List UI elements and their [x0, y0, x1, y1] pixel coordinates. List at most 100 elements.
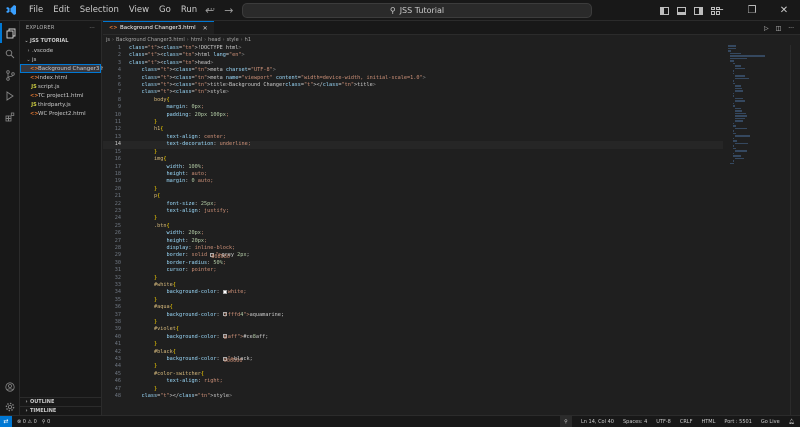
code-line[interactable]: 39 #violet{ — [103, 326, 723, 333]
code-line[interactable]: 31 cursor: pointer; — [103, 267, 723, 274]
indentation[interactable]: Spaces: 4 — [623, 419, 647, 425]
tree-file[interactable]: <> WC Project2.html — [20, 109, 101, 118]
code-line[interactable]: 12 h1{ — [103, 126, 723, 133]
notifications-bell-icon[interactable]: 🔔︎ — [789, 419, 795, 425]
code-line[interactable]: 8 body{ — [103, 97, 723, 104]
toggle-primary-sidebar-icon[interactable] — [660, 6, 669, 15]
more-actions-icon[interactable]: ··· — [788, 25, 794, 32]
code-line[interactable]: 40 background-color: 8aff">#ce8aff; — [103, 334, 723, 342]
code-line[interactable]: 29 border: solid 808080">grey 2px; — [103, 252, 723, 260]
code-line[interactable]: 48 class="t"></class="tn">style> — [103, 393, 723, 400]
code-line[interactable]: 5 class="t"><class="tn">meta name="viewp… — [103, 75, 723, 82]
code-line[interactable]: 36 #aqua{ — [103, 304, 723, 311]
toggle-secondary-sidebar-icon[interactable] — [694, 6, 703, 15]
zoom-search-icon[interactable]: ⚲ — [559, 415, 572, 427]
menu-edit[interactable]: Edit — [48, 0, 74, 21]
editor-tab-active[interactable]: <> Background Changer3.html ✕ — [103, 21, 214, 34]
forward-arrow-icon[interactable]: → — [224, 4, 233, 17]
menu-view[interactable]: View — [124, 0, 154, 21]
code-line[interactable]: 3 class="t"><class="tn">head> — [103, 60, 723, 67]
extensions-icon[interactable] — [0, 107, 20, 127]
code-line[interactable]: 14 text-decoration: underline; — [103, 141, 723, 149]
menu-go[interactable]: Go — [154, 0, 176, 21]
code-line[interactable]: 22 font-size: 25px; — [103, 201, 723, 208]
minimap[interactable] — [728, 45, 786, 164]
tree-file[interactable]: <> Background Changer3.html — [20, 64, 114, 73]
close-tab-icon[interactable]: ✕ — [203, 25, 208, 32]
back-arrow-icon[interactable]: ← — [205, 4, 214, 17]
code-line[interactable]: 18 height: auto; — [103, 171, 723, 178]
run-debug-icon[interactable] — [0, 86, 20, 106]
language-mode[interactable]: HTML — [701, 419, 715, 425]
encoding[interactable]: UTF-8 — [656, 419, 671, 425]
menu-file[interactable]: File — [24, 0, 48, 21]
code-line[interactable]: 2 class="t"><class="tn">html lang="en"> — [103, 52, 723, 59]
restore-button[interactable]: ❐ — [736, 0, 768, 21]
workspace-folder[interactable]: ⌄ JSS TUTORIAL — [20, 35, 101, 46]
command-center-search[interactable]: ⚲ JSS Tutorial — [242, 3, 592, 18]
breadcrumb-item[interactable]: head — [208, 37, 220, 43]
ports-indicator[interactable]: ⚲ 0 — [42, 419, 50, 425]
code-line[interactable]: 23 text-align: justify; — [103, 208, 723, 215]
code-line[interactable]: 1 class="t"><class="tn">!DOCTYPE html> — [103, 45, 723, 52]
code-line[interactable]: 42 #black{ — [103, 349, 723, 356]
code-line[interactable]: 11 } — [103, 119, 723, 126]
code-line[interactable]: 10 padding: 20px 100px; — [103, 112, 723, 119]
code-line[interactable]: 24 } — [103, 215, 723, 222]
account-icon[interactable] — [0, 377, 20, 397]
code-line[interactable]: 17 width: 100%; — [103, 164, 723, 171]
code-line[interactable]: 21 p{ — [103, 193, 723, 200]
code-line[interactable]: 33 #white{ — [103, 282, 723, 289]
tree-file[interactable]: JS thirdparty.js — [20, 100, 101, 109]
explorer-more-icon[interactable]: ··· — [89, 25, 95, 31]
close-window-button[interactable]: ✕ — [768, 0, 800, 21]
breadcrumb-item[interactable]: h1 — [245, 37, 251, 43]
code-line[interactable]: 27 height: 20px; — [103, 238, 723, 245]
tree-folder[interactable]: ⌄ js — [20, 55, 101, 64]
remote-indicator-icon[interactable]: ⇄ — [0, 415, 12, 427]
tree-file[interactable]: JS script.js — [20, 82, 101, 91]
timeline-section[interactable]: › TIMELINE — [20, 406, 102, 415]
code-line[interactable]: 19 margin: 0 auto; — [103, 178, 723, 185]
code-line[interactable]: 43 background-color: 000000">black; — [103, 356, 723, 364]
toggle-panel-icon[interactable] — [677, 6, 686, 15]
code-line[interactable]: 25 .btn{ — [103, 223, 723, 230]
code-line[interactable]: 46 text-align: right; — [103, 378, 723, 385]
code-line[interactable]: 35 } — [103, 297, 723, 304]
code-line[interactable]: 28 display: inline-block; — [103, 245, 723, 252]
search-icon[interactable] — [0, 44, 20, 64]
code-line[interactable]: 13 text-align: center; — [103, 134, 723, 141]
tree-file[interactable]: <> index.html — [20, 73, 101, 82]
run-icon[interactable]: ▷ — [764, 25, 769, 32]
code-line[interactable]: 4 class="t"><class="tn">meta charset="UT… — [103, 67, 723, 74]
code-line[interactable]: 15 } — [103, 149, 723, 156]
code-line[interactable]: 37 background-color: 7fffd4">aquamarine; — [103, 312, 723, 320]
code-line[interactable]: 34 background-color: white; — [103, 289, 723, 296]
tree-file[interactable]: <> TC project1.html — [20, 91, 101, 100]
code-line[interactable]: 9 margin: 0px; — [103, 104, 723, 111]
code-line[interactable]: 7 class="t"><class="tn">style> — [103, 89, 723, 96]
problems-indicator[interactable]: ⊗ 0 ⚠ 0 — [17, 419, 37, 425]
live-server-port[interactable]: Port : 5501 — [724, 419, 752, 425]
code-line[interactable]: 16 img{ — [103, 156, 723, 163]
end-of-line[interactable]: CRLF — [680, 419, 693, 425]
code-line[interactable]: 30 border-radius: 50%; — [103, 260, 723, 267]
outline-section[interactable]: › OUTLINE — [20, 397, 102, 406]
code-line[interactable]: 26 width: 20px; — [103, 230, 723, 237]
tree-folder[interactable]: › .vscode — [20, 46, 101, 55]
menu-selection[interactable]: Selection — [75, 0, 124, 21]
code-line[interactable]: 41 } — [103, 341, 723, 348]
go-live-button[interactable]: Go Live — [761, 419, 780, 425]
breadcrumb-item[interactable]: Background Changer3.html — [116, 37, 185, 43]
settings-gear-icon[interactable] — [0, 397, 20, 417]
breadcrumb-item[interactable]: js — [106, 37, 110, 43]
code-line[interactable]: 6 class="t"><class="tn">title>Background… — [103, 82, 723, 89]
cursor-position[interactable]: Ln 14, Col 40 — [581, 419, 614, 425]
code-line[interactable]: 47 } — [103, 386, 723, 393]
code-line[interactable]: 38 } — [103, 319, 723, 326]
split-editor-icon[interactable]: ◫ — [776, 25, 782, 32]
code-editor[interactable]: 1 class="t"><class="tn">!DOCTYPE html> 2 cl… — [103, 45, 723, 401]
code-line[interactable]: 20 } — [103, 186, 723, 193]
code-line[interactable]: 44 } — [103, 363, 723, 370]
code-line[interactable]: 32 } — [103, 275, 723, 282]
